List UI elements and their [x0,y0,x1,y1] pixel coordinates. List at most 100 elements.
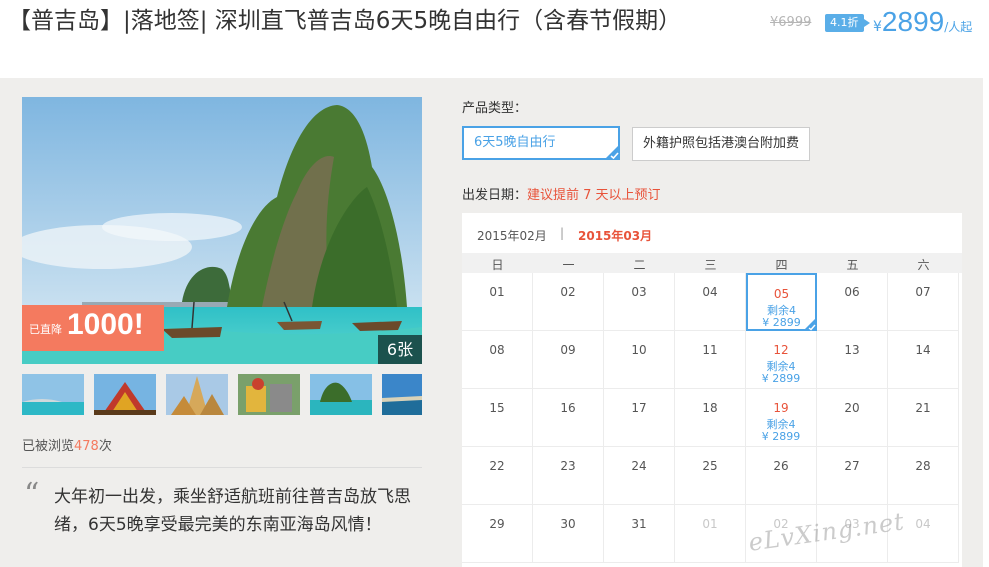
calendar-day[interactable]: 15 [462,389,533,447]
day-number: 14 [915,343,931,357]
calendar-day[interactable]: 03 [604,273,675,331]
day-number: 22 [489,459,505,473]
day-number: 31 [631,517,647,531]
day-price: ¥ 2899 [761,430,801,443]
day-number: 23 [560,459,576,473]
calendar-day[interactable]: 14 [888,331,959,389]
view-counter: 已被浏览478次 [22,435,112,454]
calendar-day[interactable]: 16 [533,389,604,447]
calendar-day[interactable]: 24 [604,447,675,505]
day-number: 03 [631,285,647,299]
thumbnail-island[interactable] [310,374,372,415]
price-block: ¥6999 4.1折 ¥2899/人起 [770,6,985,46]
day-number: 30 [560,517,576,531]
calendar-day[interactable]: 23 [533,447,604,505]
calendar-day[interactable]: 28 [888,447,959,505]
day-number: 02 [560,285,576,299]
image-count-badge[interactable]: 6张 [378,335,422,364]
day-number: 26 [773,459,789,473]
calendar-day[interactable]: 06 [817,273,888,331]
calendar-day[interactable]: 19 剩余4 ¥ 2899 [746,389,817,447]
section-divider [22,467,422,468]
weekday-fri: 五 [846,258,859,272]
day-number: 07 [915,285,931,299]
day-number: 11 [702,343,718,357]
intro-text: 大年初一出发，乘坐舒适航班前往普吉岛放飞思绪，6天5晚享受最完美的东南亚海岛风情… [54,487,411,535]
price-unit: /人起 [944,20,973,34]
thumbnail-coast[interactable] [382,374,422,415]
thumbnail-beach[interactable] [22,374,84,415]
day-number: 12 [773,343,789,357]
calendar-day[interactable]: 04 [675,273,746,331]
weekday-wed: 三 [704,258,717,272]
original-price: ¥6999 [770,15,812,30]
day-number: 29 [489,517,505,531]
weekday-thu: 四 [775,258,788,272]
day-number: 15 [489,401,505,415]
weekday-sat: 六 [917,258,930,272]
calendar-day[interactable]: 05 剩余4 ¥ 2899 [746,273,817,331]
calendar-day[interactable]: 12 剩余4 ¥ 2899 [746,331,817,389]
product-title: 【普吉岛】|落地签| 深圳直飞普吉岛6天5晚自由行（含春节假期） [8,8,682,34]
weekday-tue: 二 [633,258,646,272]
day-number: 28 [915,459,931,473]
option-free-travel[interactable]: 6天5晚自由行 [462,126,620,160]
calendar-day[interactable]: 25 [675,447,746,505]
day-number: 18 [702,401,718,415]
day-number: 24 [631,459,647,473]
day-number: 10 [631,343,647,357]
calendar-day[interactable]: 13 [817,331,888,389]
weekday-sun: 日 [491,258,504,272]
calendar-day[interactable]: 26 [746,447,817,505]
calendar-day[interactable]: 20 [817,389,888,447]
price-currency: ¥ [873,19,882,35]
option-foreign-passport[interactable]: 外籍护照包括港澳台附加费 [632,127,811,161]
tab-month-mar[interactable]: 2015年03月 [578,227,652,244]
calendar-day[interactable]: 07 [888,273,959,331]
calendar-day[interactable]: 27 [817,447,888,505]
day-number: 25 [702,459,718,473]
calendar-month-tabs: 2015年02月 | 2015年03月 [462,213,962,253]
day-number: 01 [489,285,505,299]
calendar-day[interactable]: 21 [888,389,959,447]
day-number: 21 [915,401,931,415]
price-drop-prefix: 已直降 [29,323,62,336]
calendar-day[interactable]: 29 [462,505,533,563]
calendar-day[interactable]: 01 [675,505,746,563]
option-free-travel-label: 6天5晚自由行 [474,135,556,150]
thumbnail-temple[interactable] [94,374,156,415]
calendar-day[interactable]: 30 [533,505,604,563]
checkmark-icon [604,144,620,160]
current-price: ¥2899/人起 [873,6,972,38]
day-number: 01 [702,517,718,531]
calendar-day[interactable]: 31 [604,505,675,563]
day-number: 09 [560,343,576,357]
quote-icon: “ [24,477,40,512]
price-value: 2899 [881,6,945,37]
calendar-day[interactable]: 22 [462,447,533,505]
departure-label-row: 出发日期：建议提前 7 天以上预订 [462,184,661,203]
weekday-header: 日 一 二 三 四 五 六 [462,253,962,273]
views-count: 478 [74,439,99,454]
day-number: 19 [773,401,789,415]
month-separator: | [560,226,565,240]
thumbnail-elephant[interactable] [238,374,300,415]
calendar-day[interactable]: 01 [462,273,533,331]
departure-label: 出发日期： [462,188,528,203]
calendar-day[interactable]: 08 [462,331,533,389]
day-number: 05 [773,287,790,301]
day-number: 04 [702,285,718,299]
calendar-day[interactable]: 09 [533,331,604,389]
calendar-day[interactable]: 17 [604,389,675,447]
thumbnail-palace[interactable] [166,374,228,415]
weekday-mon: 一 [562,258,575,272]
calendar-day[interactable]: 11 [675,331,746,389]
day-number: 13 [844,343,860,357]
tab-month-feb[interactable]: 2015年02月 [477,227,547,244]
views-prefix: 已被浏览 [22,439,75,454]
calendar-day[interactable]: 10 [604,331,675,389]
calendar-day[interactable]: 18 [675,389,746,447]
views-suffix: 次 [98,439,112,454]
calendar-day[interactable]: 02 [533,273,604,331]
day-number: 17 [631,401,647,415]
